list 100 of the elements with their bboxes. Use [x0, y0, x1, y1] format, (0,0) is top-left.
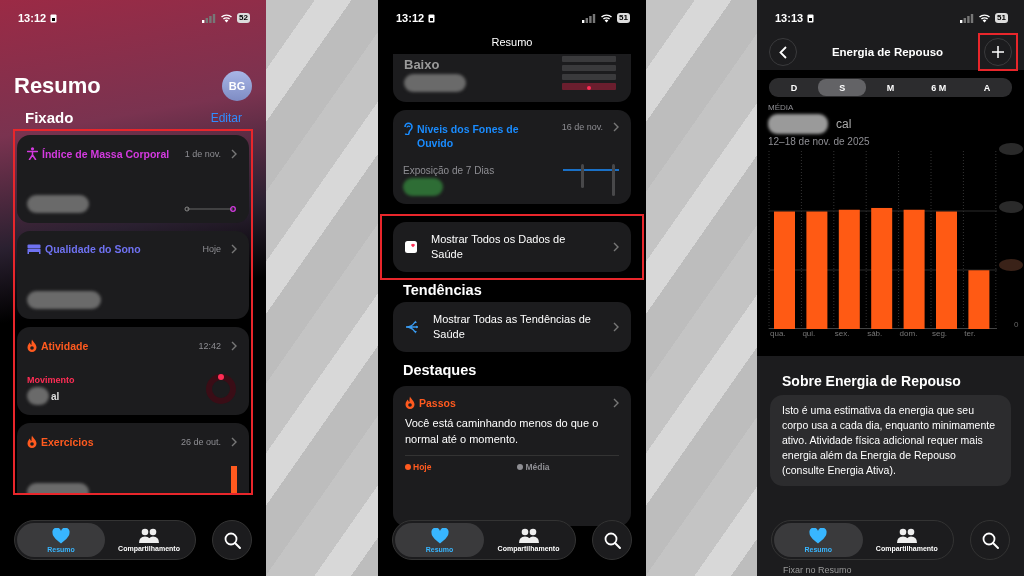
card-subtitle: Exposição de 7 Dias — [403, 165, 495, 176]
chevron-icon — [613, 322, 619, 332]
nav-title: Resumo — [490, 35, 534, 49]
section-heading: Tendências — [403, 282, 483, 298]
card-date: 1 de nov. — [184, 148, 221, 159]
card-title: Exercícios — [41, 435, 94, 448]
status-icon — [50, 13, 58, 23]
unit-label: al — [51, 390, 60, 402]
axis-label: sex. — [834, 329, 851, 338]
add-button[interactable] — [984, 38, 1012, 66]
wifi-icon — [600, 13, 614, 23]
chevron-icon — [613, 242, 619, 252]
heart-icon — [430, 527, 449, 544]
axis-label: dom. — [899, 329, 919, 338]
heart-icon — [809, 527, 828, 544]
pin-option[interactable]: Fixar no Resumo — [783, 565, 852, 575]
wifi-icon — [220, 13, 234, 23]
segment-option[interactable]: D — [770, 79, 819, 96]
card-title: Atividade — [41, 339, 89, 352]
card-date: Hoje — [202, 244, 221, 254]
activity-ring-drawing — [205, 373, 237, 405]
people-icon — [895, 528, 918, 543]
highlight-text: Você está caminhando menos do que o normal até o momento. — [405, 416, 600, 447]
back-icon — [779, 45, 787, 59]
chevron-icon — [613, 122, 619, 132]
pinned-card[interactable]: Exercícios 26 de out. — [17, 423, 249, 493]
headphone-card[interactable]: Níveis dos Fones de Ouvido 16 de nov. Exposição de 7 Dias — [393, 110, 631, 204]
card-date: 26 de out. — [180, 436, 221, 447]
flame-icon — [27, 435, 37, 448]
blurred-value — [403, 178, 443, 196]
exercise-bar-drawing — [231, 466, 237, 493]
status-time: 13:13 — [775, 12, 804, 24]
people-icon — [138, 528, 160, 543]
chevron-icon — [231, 340, 237, 351]
signal-icon — [960, 13, 975, 23]
description-text: Isto é uma estimativa da energia que seu corpo usa a cada dia, enquanto minimamente ativo. Atividade física adicional requer mais energia além da Energia de Repouso (consulte Energia Ativa). — [770, 395, 1011, 486]
chevron-icon — [231, 436, 237, 447]
segment-option[interactable]: S — [818, 79, 867, 96]
metric-label: Movimento — [27, 375, 75, 385]
exposure-chart-drawing — [563, 164, 619, 196]
flame-icon — [27, 339, 37, 352]
health-app-icon — [405, 241, 417, 253]
card-title: Níveis dos Fones de Ouvido — [417, 122, 520, 150]
status-icon — [428, 13, 436, 23]
search-icon — [223, 531, 241, 549]
people-icon — [517, 528, 540, 543]
status-time: 13:12 — [396, 12, 425, 24]
level-meter-drawing — [562, 56, 616, 92]
segment-option[interactable]: A — [962, 79, 1011, 96]
search-icon — [603, 531, 621, 549]
blurred-value — [768, 114, 828, 134]
card-title: Índice de Massa Corporal — [42, 147, 170, 160]
card-date: 16 de nov. — [561, 122, 603, 132]
search-button[interactable] — [212, 520, 252, 560]
chart-bar — [968, 270, 990, 329]
plus-icon — [992, 46, 1004, 58]
axis-label: seg. — [931, 329, 949, 338]
search-button[interactable] — [592, 520, 632, 560]
flame-icon — [405, 396, 415, 409]
pinned-card[interactable]: Atividade 12:42 Movimento al — [17, 327, 249, 415]
person-icon — [27, 147, 38, 160]
pinned-card[interactable]: Qualidade do Sono Hoje — [17, 231, 249, 319]
battery-level: 51 — [995, 13, 1008, 23]
chevron-icon — [231, 148, 237, 159]
all-health-data-link[interactable]: Mostrar Todos os Dados de Saúde — [393, 222, 631, 272]
heart-icon — [52, 527, 70, 544]
card-date: 12:42 — [198, 340, 221, 351]
axis-label: qui. — [802, 329, 817, 338]
section-heading: Destaques — [403, 362, 478, 378]
section-heading: Sobre Energia de Repouso — [782, 373, 962, 389]
date-range: 12–18 de nov. de 2025 — [768, 136, 871, 147]
page-title: Resumo — [14, 73, 101, 99]
risk-card[interactable]: Baixo — [393, 54, 631, 102]
blurred-value — [404, 74, 466, 92]
battery-level: 52 — [237, 13, 250, 23]
segment-option[interactable]: M — [866, 79, 915, 96]
signal-icon — [582, 13, 597, 23]
nav-title: Energia de Repouso — [830, 46, 945, 58]
legend-label: Hoje — [413, 462, 432, 472]
status-time: 13:12 — [18, 12, 47, 24]
search-icon — [981, 531, 999, 549]
signal-icon — [202, 13, 217, 23]
trend-line-drawing — [183, 205, 237, 213]
segment-option[interactable]: 6 M — [914, 79, 963, 96]
pinned-card[interactable]: Índice de Massa Corporal 1 de nov. — [17, 135, 249, 223]
all-trends-link[interactable]: Mostrar Todas as Tendências de Saúde — [393, 302, 631, 352]
axis-label: sáb. — [867, 329, 884, 338]
back-button[interactable] — [769, 38, 797, 66]
legend-label: Média — [525, 462, 550, 472]
status-icon — [807, 13, 815, 23]
battery-level: 51 — [617, 13, 630, 23]
chevron-icon — [613, 397, 619, 408]
section-heading: Fixado — [25, 109, 74, 126]
highlight-card[interactable]: Passos Você está caminhando menos do que o normal até o momento. Hoje Média — [393, 386, 631, 526]
card-title: Passos — [419, 396, 456, 409]
axis-tick: 0 — [1014, 320, 1019, 329]
bed-icon — [27, 244, 41, 254]
axis-label: ter. — [964, 329, 977, 338]
average-label: MÉDIA — [768, 103, 795, 112]
ear-icon — [403, 122, 413, 135]
